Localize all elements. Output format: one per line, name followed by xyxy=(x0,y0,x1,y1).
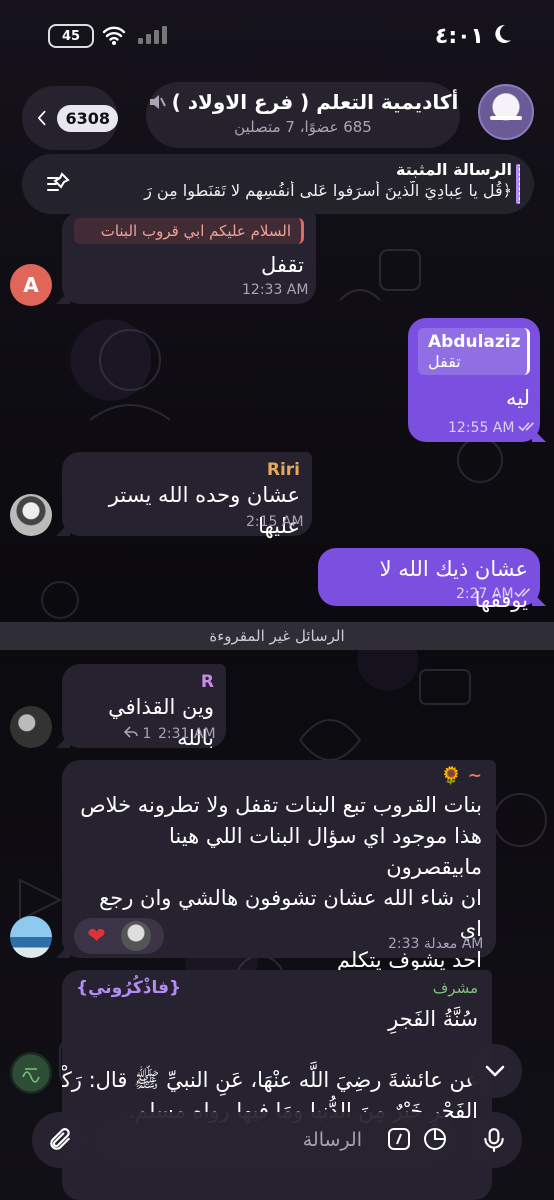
message-line: بنات القروب تبع البنات تقفل ولا تطرونه خ… xyxy=(80,793,482,817)
avatar[interactable] xyxy=(10,1052,52,1094)
message-composer xyxy=(0,1100,554,1200)
message-text: ليه xyxy=(506,386,530,410)
message-bubble[interactable]: R وين القذافي بالله 2:31 AM 1 xyxy=(56,664,226,750)
cellular-signal-icon xyxy=(138,26,167,44)
battery-level: 45 xyxy=(61,28,81,44)
message-heading: سُنَّةُ الفَجرِ xyxy=(388,1007,478,1031)
avatar-letter: A xyxy=(23,273,39,297)
reply-count-indicator[interactable]: 1 xyxy=(123,726,152,742)
heart-icon: ❤ xyxy=(87,923,106,949)
unread-count-badge: 6308 xyxy=(57,104,118,132)
back-button[interactable]: 6308 xyxy=(22,86,118,150)
pinned-label: الرسالة المثبتة xyxy=(396,160,512,179)
sticker-icon[interactable] xyxy=(422,1126,448,1152)
message-time: 12:33 AM xyxy=(242,282,309,298)
calligraphy-logo-icon xyxy=(22,1068,40,1083)
reply-preview[interactable]: Abdulaziz تقفل xyxy=(418,328,530,375)
chat-title-area[interactable]: أكاديمية التعلم ( فرع الاولاد ) 685 عضوً… xyxy=(146,82,460,148)
avatar[interactable] xyxy=(10,706,52,748)
moon-icon xyxy=(495,24,511,43)
chat-subtitle: 685 عضوًا، 7 متصلين xyxy=(234,118,372,136)
avatar[interactable]: A xyxy=(10,264,52,306)
sender-name[interactable]: Riri xyxy=(74,460,300,480)
chat-title: أكاديمية التعلم ( فرع الاولاد ) xyxy=(171,90,459,114)
pin-list-icon[interactable] xyxy=(44,170,72,198)
quoted-message[interactable]: السلام عليكم ابي قروب البنات xyxy=(74,218,304,244)
message-time: 2:15 AM xyxy=(246,514,304,530)
reaction-avatar xyxy=(120,921,151,951)
unread-messages-divider: الرسائل غير المقروءة xyxy=(0,622,554,650)
message-bubble[interactable]: Riri عشان وحده الله يستر عليها 2:15 AM xyxy=(56,452,312,538)
chevron-left-icon xyxy=(38,110,46,126)
message-text: عشان ذيك الله لا يوفقها xyxy=(379,557,528,612)
message-title: {فاذْكُرُوني} xyxy=(76,978,182,998)
read-checkmarks-icon xyxy=(518,422,535,432)
commands-icon[interactable] xyxy=(386,1126,412,1152)
message-line: عن عائشةَ رضِيَ اللَّه عنْهَا، عَنِ النب… xyxy=(62,1068,478,1092)
sender-name[interactable]: ~ 🌻 xyxy=(76,766,482,786)
message-text: تقفل xyxy=(261,253,304,277)
sender-name[interactable]: R xyxy=(74,672,214,692)
message-input[interactable] xyxy=(110,1126,362,1154)
status-time: ٤:٠١ xyxy=(434,24,484,49)
message-time: 12:55 AM xyxy=(448,420,515,436)
message-time: 2:31 AM xyxy=(158,726,216,742)
reply-text: تقفل xyxy=(428,352,461,371)
wifi-icon xyxy=(102,26,126,45)
group-avatar[interactable] xyxy=(478,84,534,140)
pinned-message-bar[interactable]: الرسالة المثبتة ﴿قُل يا عِبادِيَ الَّذين… xyxy=(22,154,534,214)
admin-tag: مشرف xyxy=(432,979,478,997)
message-line: هذا موجود اي سؤال البنات اللي هينا مابيق… xyxy=(169,824,482,879)
message-time: 2:27 AM xyxy=(456,586,514,602)
reply-arrow-icon xyxy=(123,726,138,738)
microphone-icon xyxy=(484,1128,504,1152)
muted-speaker-icon xyxy=(149,95,166,109)
paperclip-icon xyxy=(50,1128,70,1150)
message-text: عشان وحده الله يستر عليها xyxy=(108,483,300,538)
message-time: معدلة 2:33 AM xyxy=(388,936,484,952)
reply-sender: Abdulaziz xyxy=(428,332,521,352)
scroll-to-bottom-button[interactable] xyxy=(468,1044,522,1098)
attach-button[interactable] xyxy=(32,1112,88,1168)
battery-indicator: 45 xyxy=(48,24,94,48)
reply-count: 1 xyxy=(142,726,152,742)
message-input-container xyxy=(94,1112,458,1168)
pinned-text: ﴿قُل يا عِبادِيَ الَّذينَ أَسرَفوا عَلى … xyxy=(144,181,512,200)
read-checkmarks-icon xyxy=(514,588,531,598)
message-bubble[interactable]: Abdulaziz تقفل ليه 12:55 AM xyxy=(408,318,546,442)
message-bubble[interactable]: السلام عليكم ابي قروب البنات تقفل 12:33 … xyxy=(56,212,316,304)
message-text: وين القذافي بالله xyxy=(108,695,214,750)
message-bubble[interactable]: عشان ذيك الله لا يوفقها 2:27 AM xyxy=(318,548,546,612)
chevron-down-icon xyxy=(485,1065,505,1077)
reaction-chip[interactable]: ❤ xyxy=(74,918,164,954)
avatar[interactable] xyxy=(10,916,52,958)
chat-header: 6308 أكاديمية التعلم ( فرع الاولاد ) 685… xyxy=(0,72,554,152)
voice-record-button[interactable] xyxy=(466,1112,522,1168)
avatar[interactable] xyxy=(10,494,52,536)
status-bar: ٤:٠١ 45 xyxy=(0,0,554,70)
